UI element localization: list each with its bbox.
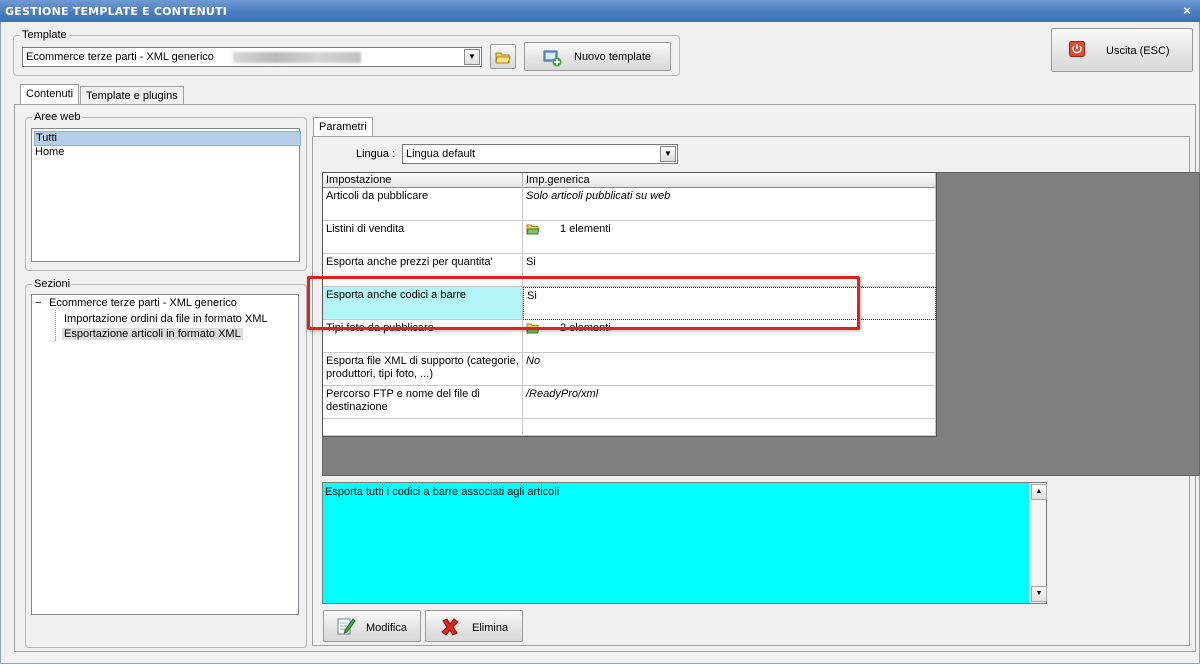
setting-name[interactable]: Articoli da pubblicare [323, 188, 523, 221]
setting-name[interactable] [323, 419, 523, 436]
tree-item[interactable]: Importazione ordini da file in formato X… [64, 313, 268, 325]
setting-value[interactable] [523, 419, 936, 436]
lingua-value: Lingua default [406, 148, 476, 160]
aree-web-list[interactable]: Tutti Home [31, 128, 301, 262]
sezioni-legend: Sezioni [34, 278, 71, 290]
tree-line [55, 310, 56, 341]
tab-parametri[interactable]: Parametri [313, 117, 373, 137]
setting-name[interactable]: Listini di vendita [323, 221, 523, 254]
description-box[interactable]: Esporta tutti i codici a barre associati… [322, 482, 1047, 604]
exit-label: Uscita (ESC) [1106, 45, 1170, 57]
highlight-annotation [307, 276, 860, 330]
sezioni-tree[interactable]: − Ecommerce terze parti - XML generico I… [31, 294, 299, 615]
folder-icon [526, 224, 540, 235]
open-folder-button[interactable] [490, 44, 516, 69]
column-header[interactable]: Imp.generica [523, 173, 936, 188]
scroll-up-icon[interactable]: ▲ [1031, 484, 1047, 500]
lingua-label: Lingua : [356, 148, 396, 160]
setting-value: 1 elementi [560, 223, 611, 235]
description-scrollbar[interactable]: ▲ ▼ [1029, 483, 1047, 603]
tree-item[interactable]: Esportazione articoli in formato XML [62, 328, 243, 340]
exit-button[interactable]: Uscita (ESC) [1051, 28, 1193, 72]
setting-name[interactable]: Esporta file XML di supporto (categorie,… [323, 353, 523, 386]
aree-web-legend: Aree web [34, 111, 81, 123]
template-select-value: Ecommerce terze parti - XML generico [26, 51, 214, 63]
close-button[interactable]: × [1180, 4, 1194, 18]
scroll-down-icon[interactable]: ▼ [1031, 586, 1047, 602]
chevron-down-icon[interactable]: ▼ [660, 146, 676, 162]
chevron-down-icon[interactable]: ▼ [464, 49, 480, 65]
tab-contenuti[interactable]: Contenuti [20, 84, 80, 105]
setting-name[interactable]: Percorso FTP e nome del file di destinaz… [323, 386, 523, 419]
list-item[interactable]: Tutti [34, 131, 301, 146]
delete-icon [441, 618, 459, 636]
list-item[interactable]: Home [34, 146, 64, 159]
new-template-button[interactable]: Nuovo template [524, 42, 671, 71]
blurred-text [233, 52, 361, 63]
title-bar: GESTIONE TEMPLATE E CONTENUTI × [0, 0, 1200, 22]
tab-template-plugins[interactable]: Template e plugins [80, 86, 184, 105]
column-header[interactable]: Impostazione [323, 173, 523, 188]
folder-icon [495, 52, 511, 64]
tree-expander-icon[interactable]: − [35, 297, 41, 309]
setting-value-cell[interactable]: 1 elementi [523, 221, 936, 254]
power-icon [1069, 41, 1085, 57]
new-template-label: Nuovo template [574, 51, 652, 63]
setting-value[interactable]: No [523, 353, 936, 386]
template-legend: Template [22, 29, 67, 41]
lingua-select[interactable]: Lingua default ▼ [402, 144, 678, 164]
edit-icon [337, 618, 356, 635]
setting-value[interactable]: /ReadyPro/xml [523, 386, 936, 419]
description-text: Esporta tutti i codici a barre associati… [325, 486, 560, 498]
window-title: GESTIONE TEMPLATE E CONTENUTI [5, 5, 228, 18]
modify-button[interactable]: Modifica [323, 610, 421, 642]
tree-root[interactable]: Ecommerce terze parti - XML generico [49, 297, 237, 309]
modify-label: Modifica [366, 622, 407, 634]
template-select[interactable]: Ecommerce terze parti - XML generico ▼ [22, 47, 482, 67]
delete-button[interactable]: Elimina [425, 610, 523, 642]
delete-label: Elimina [472, 622, 509, 634]
setting-value[interactable]: Solo articoli pubblicati su web [523, 188, 936, 221]
new-template-icon [543, 50, 562, 67]
